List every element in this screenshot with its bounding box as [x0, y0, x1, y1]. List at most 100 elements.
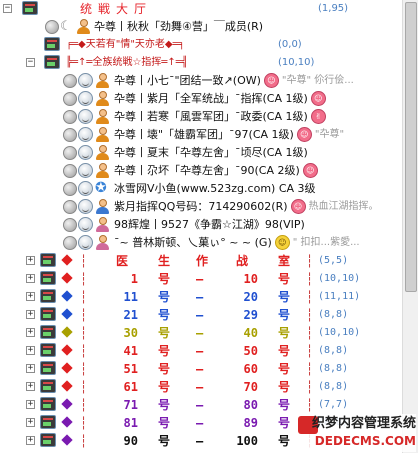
room-row[interactable]: + ┆ 41 号 — 50 号 ┆ (8,8)	[0, 342, 402, 360]
expand-toggle[interactable]: +	[26, 274, 35, 283]
room-to-unit: 号	[278, 308, 291, 322]
emoji-sticker-icon: ☺	[290, 199, 306, 214]
expand-toggle[interactable]: +	[26, 436, 35, 445]
room-from: 21	[123, 308, 138, 322]
tree-row-header[interactable]: − 统戦大厅 (1,95)	[0, 0, 402, 18]
status-dot-icon	[63, 164, 77, 178]
header-col5: 室	[278, 254, 291, 268]
member-row[interactable]: 卆尊丨紫月「全军统战」ˉ指挥(CA 1级) ☺	[0, 90, 402, 108]
vertical-scrollbar[interactable]	[402, 0, 418, 453]
expand-toggle[interactable]: +	[26, 256, 35, 265]
room-row[interactable]: + ┆ 71 号 — 80 号 ┆ (7,7)	[0, 396, 402, 414]
room-count: (8,8)	[318, 381, 349, 392]
room-row[interactable]: + ┆ 1 号 — 10 号 ┆ (10,10)	[0, 270, 402, 288]
member-row[interactable]: 卆尊丨若寒「風雲军团」ˉ政委(CA 1级) ✌	[0, 108, 402, 126]
tree-row-group[interactable]: ☾ 卆尊丨秋秋「劲舞④营」￣成员(R)	[0, 18, 402, 36]
expand-toggle[interactable]: +	[26, 418, 35, 427]
collapse-toggle[interactable]: −	[26, 58, 35, 67]
expand-toggle[interactable]: +	[26, 364, 35, 373]
diamond-icon	[61, 272, 73, 284]
member-row[interactable]: 卆尊丨夏末「卆尊左舍」ˉ顷尽(CA 1级)	[0, 144, 402, 162]
room-row[interactable]: + ┆ 51 号 — 60 号 ┆ (8,8)	[0, 360, 402, 378]
room-dash: —	[196, 380, 204, 394]
room-count: (7,7)	[318, 399, 349, 410]
watermark-text: 织梦内容管理系统	[311, 416, 416, 431]
room-to: 20	[243, 290, 258, 304]
room-from: 61	[123, 380, 138, 394]
member-name: 98辉煌丨9527《争霸☆江湖》98(VIP)	[114, 218, 305, 231]
diamond-icon	[61, 326, 73, 338]
diamond-icon	[61, 380, 73, 392]
room-row[interactable]: + ┆ 61 号 — 70 号 ┆ (8,8)	[0, 378, 402, 396]
person-icon	[95, 234, 110, 251]
emoji-sticker-icon: ☺	[274, 235, 290, 250]
face-icon	[78, 163, 93, 178]
member-name: 卆尊丨紫月「全军统战」ˉ指挥(CA 1级)	[114, 92, 308, 105]
separator: ┆	[306, 380, 314, 394]
room-to-unit: 号	[278, 398, 291, 412]
face-icon	[78, 91, 93, 106]
channel-icon	[40, 397, 56, 411]
room-dash: —	[196, 326, 204, 340]
diamond-icon	[61, 254, 73, 266]
expand-toggle[interactable]: +	[26, 328, 35, 337]
room-to-unit: 号	[278, 434, 291, 448]
separator: ┆	[306, 272, 314, 286]
diamond-icon	[61, 434, 73, 446]
room-row[interactable]: + ┆ 21 号 — 29 号 ┆ (8,8)	[0, 306, 402, 324]
room-row[interactable]: + ┆ 30 号 — 40 号 ┆ (10,10)	[0, 324, 402, 342]
member-row[interactable]: ˉ~ 普林斯顿、乀菓ぃ° ~ ~ (G) ☺ " 扣扣...紫愛...	[0, 234, 402, 252]
room-to-unit: 号	[278, 344, 291, 358]
expand-toggle[interactable]: +	[26, 400, 35, 409]
person-icon	[95, 90, 110, 107]
member-row[interactable]: 卆尊丨尕坏「卆尊左舍」ˉ90(CA 2级) ☺	[0, 162, 402, 180]
room-to: 60	[243, 362, 258, 376]
room-from-unit: 号	[158, 398, 171, 412]
room-dash: —	[196, 272, 204, 286]
member-row[interactable]: 卆尊丨壊"「雄霸军团」ˉ97(CA 1级) ☺ "卆尊"	[0, 126, 402, 144]
room-from-unit: 号	[158, 344, 171, 358]
person-icon	[95, 72, 110, 89]
tree-row-table-header[interactable]: + ┆ 医 生 作 战 室 ┆ (5,5)	[0, 252, 402, 270]
person-icon	[76, 18, 91, 35]
member-row[interactable]: ✪ 冰雪网Ⅴ小鱼(www.523zg.com) CA 3级	[0, 180, 402, 198]
tree-row-subchannel-1[interactable]: ╒═◆天若有"情"天亦老◆═╕ (0,0)	[0, 36, 402, 54]
member-name: ˉ~ 普林斯顿、乀菓ぃ° ~ ~ (G)	[114, 236, 272, 249]
header-col4: 战	[236, 254, 249, 268]
header-col2: 生	[158, 254, 171, 268]
separator: ┆	[306, 344, 314, 358]
room-from: 11	[123, 290, 138, 304]
expand-toggle[interactable]: +	[26, 346, 35, 355]
expand-toggle[interactable]: +	[26, 292, 35, 301]
separator: ┆	[80, 380, 88, 394]
scroll-thumb[interactable]	[405, 2, 417, 292]
room-dash: —	[196, 398, 204, 412]
expand-toggle[interactable]: +	[26, 382, 35, 391]
room-to-unit: 号	[278, 272, 291, 286]
person-icon	[95, 162, 110, 179]
member-row[interactable]: 98辉煌丨9527《争霸☆江湖》98(VIP)	[0, 216, 402, 234]
room-to: 70	[243, 380, 258, 394]
separator: ┆	[306, 290, 314, 304]
lobby-title: 统戦大厅	[80, 2, 153, 16]
expand-toggle[interactable]: +	[26, 310, 35, 319]
room-from-unit: 号	[158, 308, 171, 322]
channel-icon	[40, 289, 56, 303]
separator: ┆	[80, 308, 88, 322]
lobby-count: (1,95)	[318, 3, 349, 14]
member-note: "卆尊"	[314, 129, 345, 140]
channel-icon	[40, 379, 56, 393]
room-row[interactable]: + ┆ 11 号 — 20 号 ┆ (11,11)	[0, 288, 402, 306]
face-icon	[78, 235, 93, 250]
room-count: (10,10)	[318, 327, 361, 338]
separator: ┆	[306, 326, 314, 340]
collapse-toggle[interactable]: −	[3, 4, 12, 13]
tree-row-subchannel-2[interactable]: − ╠═↑═全族统戦☆指挥═↑═╣ (10,10)	[0, 54, 402, 72]
room-to-unit: 号	[278, 290, 291, 304]
member-row[interactable]: 紫月指挥QQ号码：714290602(R) ☺ 热血江湖指挥。	[0, 198, 402, 216]
group-label: 卆尊丨秋秋「劲舞④营」￣成员(R)	[94, 20, 264, 33]
member-row[interactable]: 卆尊丨小七ˉ"团结一致↗(OW) ☺ "卆尊" 伱行侩...	[0, 72, 402, 90]
room-dash: —	[196, 434, 204, 448]
member-name: 紫月指挥QQ号码：714290602(R)	[114, 200, 288, 213]
face-icon	[78, 127, 93, 142]
